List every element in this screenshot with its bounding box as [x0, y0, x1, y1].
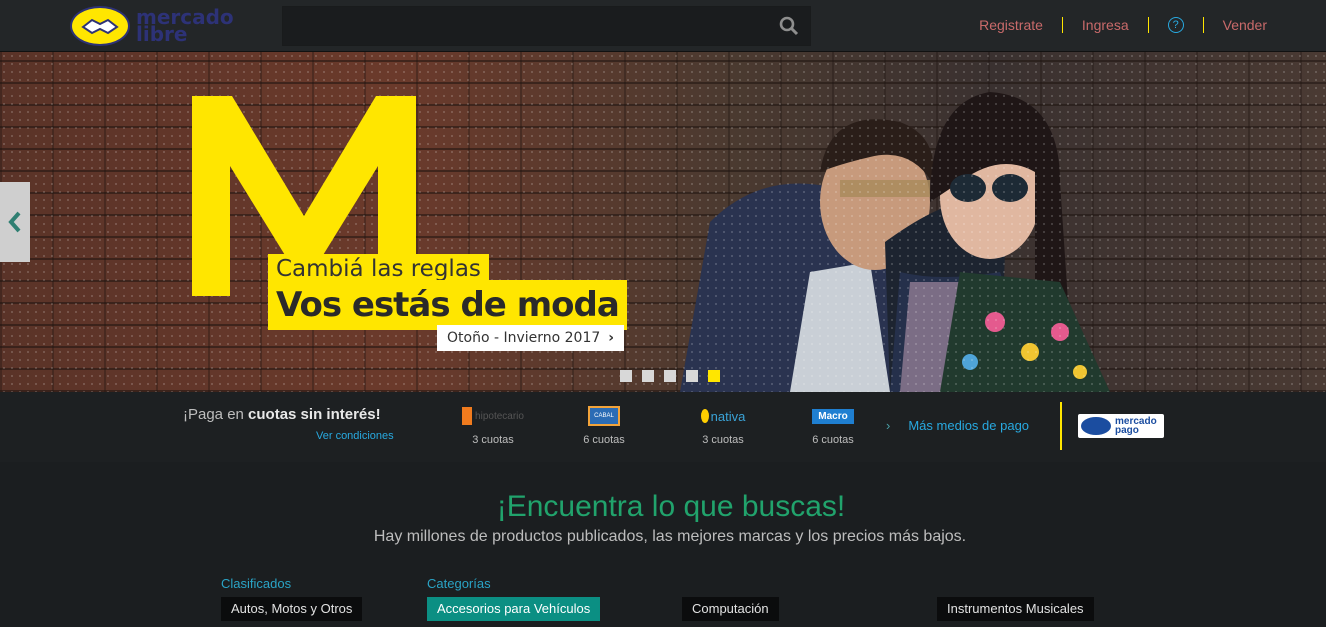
- classifieds-label: Clasificados: [221, 576, 292, 591]
- bank-cuotas: 6 cuotas: [583, 434, 625, 446]
- bank-cuotas: 6 cuotas: [812, 434, 854, 446]
- bank-name: Macro: [812, 408, 854, 424]
- bank-cabal[interactable]: CABAL 6 cuotas: [559, 406, 649, 446]
- bank-cuotas: 3 cuotas: [472, 434, 514, 446]
- mp-line2: pago: [1115, 425, 1139, 436]
- chevron-right-icon: ›: [886, 418, 891, 433]
- bank-name: CABAL: [588, 406, 620, 426]
- carousel-dot-1[interactable]: [620, 370, 632, 382]
- hipotecario-logo: hipotecario: [448, 406, 538, 426]
- conditions-link[interactable]: Ver condiciones: [316, 430, 394, 442]
- chevron-left-icon: [8, 211, 21, 233]
- search-button[interactable]: [778, 15, 800, 37]
- hero-cta-label: Otoño - Invierno 2017: [447, 330, 601, 346]
- bank-name: nativa: [710, 408, 746, 424]
- bank-macro[interactable]: Macro 6 cuotas: [788, 406, 878, 446]
- hero-cta-button[interactable]: Otoño - Invierno 2017 ›: [437, 325, 625, 351]
- payment-divider: [1060, 402, 1062, 450]
- mercadopago-text: mercado pago: [1115, 417, 1157, 436]
- mercadopago-logo[interactable]: mercado pago: [1078, 414, 1164, 438]
- help-icon: ?: [1167, 17, 1184, 33]
- chevron-right-icon: ›: [608, 330, 615, 346]
- carousel-dot-3[interactable]: [664, 370, 676, 382]
- mercadolibre-logo[interactable]: mercado libre: [70, 4, 240, 48]
- logo-text: mercado libre: [136, 7, 234, 44]
- bank-name: hipotecario: [475, 410, 524, 422]
- help-link[interactable]: ?: [1147, 17, 1203, 33]
- categories-label: Categorías: [427, 576, 491, 591]
- carousel-dot-4[interactable]: [686, 370, 698, 382]
- top-header: mercado libre Registrate Ingresa ? Vende…: [0, 0, 1326, 52]
- search-icon: [779, 16, 799, 36]
- search-input[interactable]: [283, 7, 753, 45]
- category-autos-motos[interactable]: Autos, Motos y Otros: [221, 597, 363, 621]
- find-subheading: Hay millones de productos publicados, la…: [373, 528, 967, 545]
- hero-caption-headline: Vos estás de moda: [268, 280, 627, 330]
- payment-title: ¡Paga en cuotas sin interés!: [183, 406, 381, 423]
- bank-cuotas: 3 cuotas: [702, 434, 744, 446]
- user-nav: Registrate Ingresa ? Vender: [960, 0, 1286, 50]
- search-bar: [282, 6, 811, 46]
- payment-title-bold: cuotas sin interés!: [248, 406, 381, 423]
- find-heading: ¡Encuentra lo que buscas!: [496, 490, 846, 523]
- carousel-dot-2[interactable]: [642, 370, 654, 382]
- login-link[interactable]: Ingresa: [1061, 17, 1148, 33]
- payment-strip: ¡Paga en cuotas sin interés! Ver condici…: [0, 392, 1326, 462]
- carousel-prev-button[interactable]: [0, 182, 30, 262]
- nativa-logo: nativa: [678, 406, 768, 426]
- more-payment-methods-link[interactable]: › Más medios de pago: [886, 418, 1029, 433]
- category-accesorios-vehiculos[interactable]: Accesorios para Vehículos: [427, 597, 601, 621]
- sell-link[interactable]: Vender: [1202, 17, 1286, 33]
- bank-hipotecario[interactable]: hipotecario 3 cuotas: [448, 406, 538, 446]
- carousel-indicators: [620, 370, 720, 382]
- category-computacion[interactable]: Computación: [682, 597, 779, 621]
- payment-title-prefix: ¡Paga en: [183, 406, 249, 423]
- handshake-icon: [70, 6, 130, 46]
- cabal-logo: CABAL: [559, 406, 649, 426]
- more-payment-label: Más medios de pago: [908, 418, 1030, 433]
- mercadopago-icon: [1081, 417, 1111, 435]
- macro-logo: Macro: [788, 406, 878, 426]
- hero-banner[interactable]: Cambiá las reglas Vos estás de moda Otoñ…: [0, 52, 1326, 392]
- carousel-dot-5[interactable]: [708, 370, 720, 382]
- bank-nativa[interactable]: nativa 3 cuotas: [678, 406, 768, 446]
- category-instrumentos-musicales[interactable]: Instrumentos Musicales: [937, 597, 1094, 621]
- register-link[interactable]: Registrate: [960, 17, 1062, 33]
